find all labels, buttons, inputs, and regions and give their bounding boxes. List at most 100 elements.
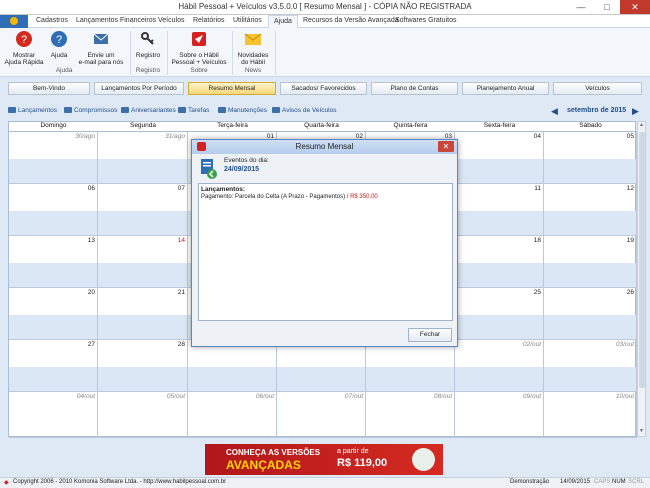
calendar-day-cell[interactable]: 10/out	[544, 392, 637, 438]
calendar-day-cell[interactable]: 05/out	[98, 392, 188, 438]
tab-resumo-mensal[interactable]: Resumo Mensal	[188, 82, 276, 95]
day-number: 20	[87, 289, 95, 296]
registro-button[interactable]: Registro	[133, 30, 163, 59]
tarefas-icon	[178, 107, 186, 113]
tool-manutencoes[interactable]: Manutenções	[218, 107, 267, 114]
events-list: Lançamentos: Pagamento: Parcela do Celta…	[198, 183, 453, 321]
upgrade-banner[interactable]: CONHEÇA AS VERSÕES AVANÇADAS a partir de…	[205, 444, 443, 475]
novidades-button[interactable]: Novidades do Hábil	[235, 30, 271, 66]
menu-relatorios[interactable]: Relatórios	[193, 17, 225, 24]
minimize-button[interactable]: —	[568, 0, 594, 14]
menu-lancamentos[interactable]: Lançamentos Financeiros	[76, 17, 156, 24]
tool-compromissos-label: Compromissos	[74, 107, 118, 114]
calendar-day-cell[interactable]: 26	[544, 288, 637, 340]
scroll-up-icon[interactable]: ▲	[638, 122, 645, 130]
calendar-day-cell[interactable]: 20	[9, 288, 98, 340]
calendar-day-cell[interactable]: 29	[188, 340, 277, 392]
banner-price: R$ 119,00	[337, 457, 388, 469]
dialog-close-icon[interactable]: ✕	[438, 141, 454, 152]
calendar-day-cell[interactable]: 06	[9, 184, 98, 236]
menu-utilitarios[interactable]: Utilitários	[233, 17, 262, 24]
banner-line2: AVANÇADAS	[226, 458, 301, 472]
day-cell-shading	[277, 366, 365, 391]
calendar-day-cell[interactable]: 28	[98, 340, 188, 392]
calendar-day-cell[interactable]: 27	[9, 340, 98, 392]
tool-avisos-veiculos[interactable]: Avisos de Veículos	[272, 107, 336, 114]
day-number: 27	[87, 341, 95, 348]
day-number: 10/out	[615, 393, 634, 400]
email-icon	[93, 33, 109, 44]
calendar-day-cell[interactable]: 03/out	[544, 340, 637, 392]
calendar-day-cell[interactable]: 11	[455, 184, 544, 236]
menu-recursos[interactable]: Recursos da Versão Avançada	[303, 17, 399, 24]
calendar-day-cell[interactable]: 01/out	[366, 340, 455, 392]
day-number: 14	[177, 237, 185, 244]
calendar-day-cell[interactable]: 30/ago	[9, 132, 98, 184]
tab-veiculos[interactable]: Veículos	[553, 82, 642, 95]
app-menu-button[interactable]	[0, 15, 28, 28]
tab-plano-contas[interactable]: Plano de Contas	[371, 82, 458, 95]
tab-lancamentos-periodo[interactable]: Lançamentos Por Período	[94, 82, 184, 95]
calendar-day-cell[interactable]: 14	[98, 236, 188, 288]
calendar-day-cell[interactable]: 18	[455, 236, 544, 288]
menu-veiculos[interactable]: Veículos	[158, 17, 184, 24]
menu-cadastros[interactable]: Cadastros	[36, 17, 68, 24]
event-description: Pagamento: Parcela do Celta (A Prazo - P…	[201, 194, 351, 200]
calendar-scrollbar[interactable]: ▲ ▼	[637, 121, 646, 437]
tool-tarefas[interactable]: Tarefas	[178, 107, 209, 114]
enviar-email-button[interactable]: Envie um e-mail para nós	[76, 30, 126, 66]
sobre-button[interactable]: Sobre o Hábil Pessoal + Veículos	[170, 30, 228, 66]
group-ajuda-label: Ajuda	[55, 67, 73, 74]
tool-compromissos[interactable]: Compromissos	[64, 107, 117, 114]
menu-ajuda[interactable]: Ajuda	[268, 15, 298, 29]
close-button[interactable]: ✕	[620, 0, 650, 14]
tool-manutencoes-label: Manutenções	[228, 107, 268, 114]
mostrar-label-1: Mostrar	[12, 52, 36, 59]
scroll-thumb[interactable]	[639, 132, 645, 388]
ribbon: ? Mostrar Ajuda Rápida ? Ajuda Envie um …	[0, 28, 650, 77]
calendar-day-cell[interactable]: 06/out	[188, 392, 277, 438]
day-number: 03/out	[615, 341, 634, 348]
menu-softwares[interactable]: Softwares Gratuitos	[395, 17, 456, 24]
day-cell-shading	[9, 158, 97, 183]
mostrar-ajuda-button[interactable]: ? Mostrar Ajuda Rápida	[4, 30, 44, 66]
tool-avisos-label: Avisos de Veículos	[282, 107, 337, 114]
calendar-day-cell[interactable]: 08/out	[366, 392, 455, 438]
calendar-day-cell[interactable]: 04	[455, 132, 544, 184]
calendar-day-cell[interactable]: 12	[544, 184, 637, 236]
day-number: 19	[626, 237, 634, 244]
prev-month-arrow-icon[interactable]: ◀	[551, 106, 558, 117]
tool-lancamentos[interactable]: Lançamentos	[8, 107, 57, 114]
calendar-day-cell[interactable]: 19	[544, 236, 637, 288]
car-icon	[272, 107, 280, 113]
tool-aniversariantes[interactable]: Aniversariantes	[121, 107, 176, 114]
tab-bem-vindo[interactable]: Bem-Vindo	[8, 82, 90, 95]
calendar-day-cell[interactable]: 05	[544, 132, 637, 184]
tab-planejamento[interactable]: Planejamento Anual	[462, 82, 549, 95]
calendar-day-cell[interactable]: 04/out	[9, 392, 98, 438]
maximize-button[interactable]: □	[594, 0, 620, 14]
calendar-day-cell[interactable]: 07/out	[277, 392, 366, 438]
day-cell-shading	[98, 210, 187, 235]
day-cell-shading	[98, 262, 187, 287]
calendar-day-cell[interactable]: 09/out	[455, 392, 544, 438]
calendar-day-cell[interactable]: 25	[455, 288, 544, 340]
fechar-button[interactable]: Fechar	[408, 328, 452, 342]
calendar-day-cell[interactable]: 13	[9, 236, 98, 288]
ajuda-button[interactable]: ? Ajuda	[46, 30, 72, 59]
day-cell-shading	[544, 262, 636, 287]
day-cell-shading	[544, 314, 636, 339]
day-number: 31/ago	[165, 133, 185, 140]
scroll-down-icon[interactable]: ▼	[638, 428, 645, 436]
next-month-arrow-icon[interactable]: ▶	[632, 106, 639, 117]
tab-sacados[interactable]: Sacados/ Favorecidos	[280, 82, 367, 95]
calendar-day-cell[interactable]: 31/ago	[98, 132, 188, 184]
calendar-day-cell[interactable]: 07	[98, 184, 188, 236]
day-number: 04/out	[76, 393, 95, 400]
calendar-day-cell[interactable]: 02/out	[455, 340, 544, 392]
main-tabs: Bem-Vindo Lançamentos Por Período Resumo…	[0, 77, 650, 102]
status-logo-icon: ◆	[4, 480, 9, 486]
copyright-text: Copyright 2006 - 2010 Komonia Software L…	[13, 479, 227, 485]
calendar-day-cell[interactable]: 21	[98, 288, 188, 340]
calendar-day-cell[interactable]: 30	[277, 340, 366, 392]
